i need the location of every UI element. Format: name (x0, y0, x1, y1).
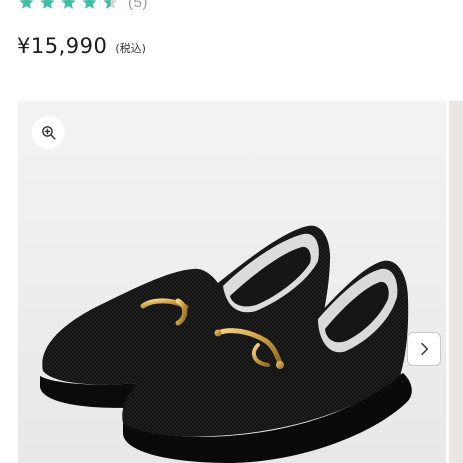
star-icon-filled (19, 0, 34, 9)
rating-stars (18, 0, 119, 11)
zoom-button[interactable] (32, 116, 65, 149)
tax-included-note: (税込) (115, 42, 146, 55)
gallery-next-button[interactable] (407, 332, 441, 366)
next-product-image-peek (446, 101, 463, 463)
product-image-gallery[interactable] (18, 101, 446, 463)
zoom-in-icon (42, 126, 56, 140)
product-image (18, 101, 446, 463)
review-count[interactable]: (5) (128, 0, 148, 11)
chevron-right-icon (421, 342, 429, 356)
star-icon-filled (82, 0, 97, 9)
star-icon-filled (40, 0, 55, 9)
price-amount: ¥15,990 (17, 34, 108, 58)
product-rating[interactable]: (5) (18, 0, 148, 13)
star-icon-half (103, 0, 118, 9)
star-icon-filled (61, 0, 76, 9)
price-block: ¥15,990 (税込) (17, 34, 146, 58)
